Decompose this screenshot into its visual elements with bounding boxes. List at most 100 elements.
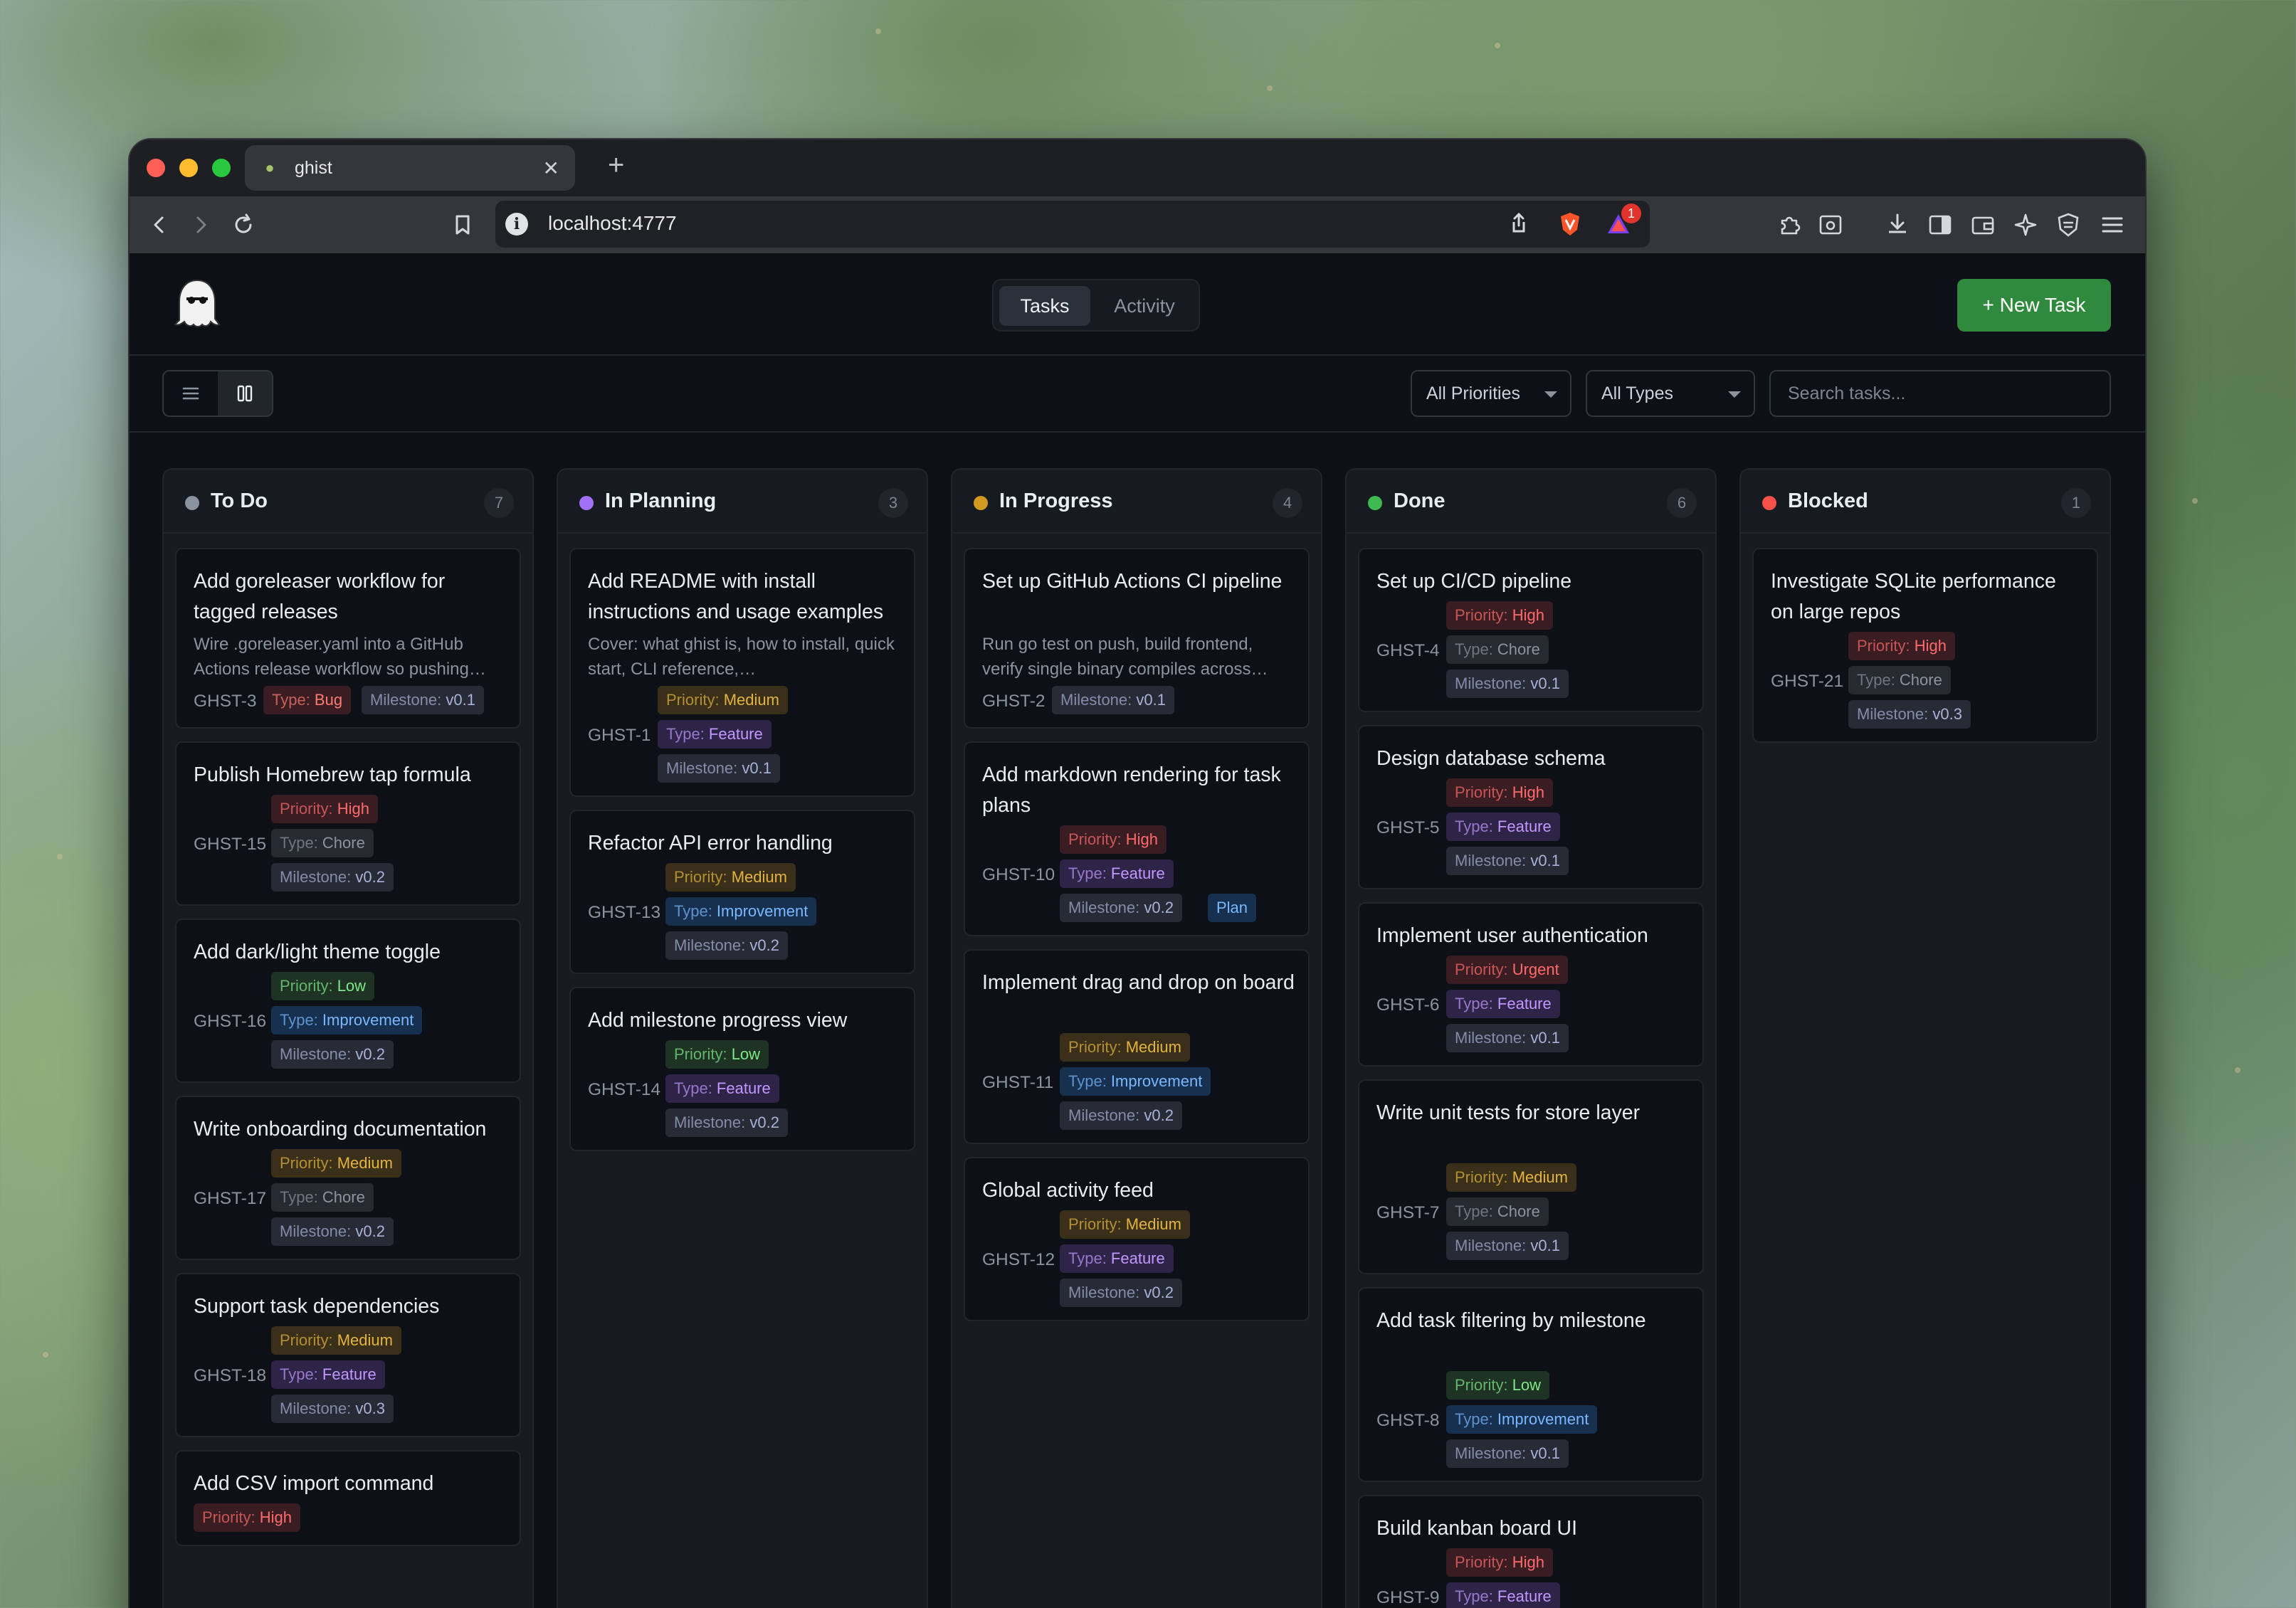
minimize-window-button[interactable] xyxy=(179,159,198,177)
board-view-icon[interactable] xyxy=(218,371,272,416)
type-tag[interactable]: Type: Feature xyxy=(1446,990,1560,1018)
task-card[interactable]: Add milestone progress view Priority: Low… xyxy=(569,987,915,1151)
tab-tasks[interactable]: Tasks xyxy=(999,286,1090,326)
bookmark-icon[interactable] xyxy=(448,211,477,239)
task-card[interactable]: Implement user authentication Priority: U… xyxy=(1358,902,1704,1067)
download-icon[interactable] xyxy=(1883,211,1912,239)
priority-tag[interactable]: Priority: Low xyxy=(665,1040,769,1069)
milestone-tag[interactable]: Milestone: v0.1 xyxy=(1446,1439,1569,1468)
priority-tag[interactable]: Priority: Low xyxy=(271,972,375,1000)
type-tag[interactable]: Type: Chore xyxy=(1446,1197,1549,1226)
type-tag[interactable]: Type: Chore xyxy=(271,829,374,857)
task-card[interactable]: Set up CI/CD pipeline Priority: High Type:… xyxy=(1358,548,1704,712)
task-card[interactable]: Add README with install instructions and… xyxy=(569,548,915,797)
list-view-icon[interactable] xyxy=(164,371,218,416)
ai-sparkle-icon[interactable] xyxy=(2011,211,2040,239)
type-tag[interactable]: Type: Feature xyxy=(1446,813,1560,841)
priority-tag[interactable]: Priority: Medium xyxy=(271,1149,401,1178)
brave-shields-icon[interactable] xyxy=(1556,210,1584,238)
task-card[interactable]: Write unit tests for store layer Priority… xyxy=(1358,1079,1704,1274)
forward-icon[interactable] xyxy=(186,211,215,239)
task-card[interactable]: Refactor API error handling Priority: Med… xyxy=(569,810,915,974)
menu-icon[interactable] xyxy=(2098,211,2127,239)
priority-tag[interactable]: Priority: Low xyxy=(1446,1371,1550,1400)
task-card[interactable]: Write onboarding documentation Priority: … xyxy=(175,1096,521,1260)
type-tag[interactable]: Type: Feature xyxy=(665,1074,779,1103)
url-text[interactable]: localhost:4777 xyxy=(548,212,677,235)
type-tag[interactable]: Type: Feature xyxy=(271,1360,385,1389)
priority-tag[interactable]: Priority: High xyxy=(1446,1548,1553,1577)
sidebar-icon[interactable] xyxy=(1926,211,1954,239)
type-tag[interactable]: Type: Chore xyxy=(1446,635,1549,664)
back-icon[interactable] xyxy=(145,211,174,239)
priority-tag[interactable]: Priority: High xyxy=(1446,778,1553,807)
task-card[interactable]: Add task filtering by milestone Priority:… xyxy=(1358,1287,1704,1482)
priority-tag[interactable]: Priority: High xyxy=(271,795,378,823)
task-card[interactable]: Add CSV import command Priority: High xyxy=(175,1450,521,1546)
task-card[interactable]: Investigate SQLite performance on large … xyxy=(1752,548,2098,743)
type-tag[interactable]: Type: Improvement xyxy=(1060,1067,1211,1096)
task-card[interactable]: Add dark/light theme toggle Priority: Low… xyxy=(175,919,521,1083)
milestone-tag[interactable]: Milestone: v0.1 xyxy=(658,754,780,783)
share-icon[interactable] xyxy=(1505,210,1533,238)
priority-tag[interactable]: Priority: High xyxy=(1060,825,1167,854)
type-tag[interactable]: Type: Feature xyxy=(1060,1244,1174,1273)
milestone-tag[interactable]: Milestone: v0.2 xyxy=(1060,1101,1182,1130)
milestone-tag[interactable]: Milestone: v0.2 xyxy=(1060,894,1182,922)
leo-icon[interactable] xyxy=(1816,211,1845,239)
milestone-tag[interactable]: Milestone: v0.3 xyxy=(1848,700,1971,729)
type-tag[interactable]: Type: Chore xyxy=(271,1183,374,1212)
type-tag[interactable]: Type: Chore xyxy=(1848,666,1951,694)
type-tag[interactable]: Type: Improvement xyxy=(665,897,817,926)
type-tag[interactable]: Type: Feature xyxy=(1060,859,1174,888)
tab-activity[interactable]: Activity xyxy=(1095,286,1194,326)
task-card[interactable]: Publish Homebrew tap formula Priority: Hi… xyxy=(175,741,521,906)
milestone-tag[interactable]: Milestone: v0.1 xyxy=(1446,1024,1569,1052)
task-card[interactable]: Add markdown rendering for task plans Pri… xyxy=(964,741,1310,936)
type-tag[interactable]: Type: Improvement xyxy=(271,1006,423,1035)
priority-tag[interactable]: Priority: Medium xyxy=(271,1326,401,1355)
milestone-tag[interactable]: Milestone: v0.2 xyxy=(271,863,394,892)
priority-tag[interactable]: Priority: Medium xyxy=(1060,1210,1190,1239)
task-card[interactable]: Global activity feed Priority: Medium Type… xyxy=(964,1157,1310,1321)
milestone-tag[interactable]: Milestone: v0.2 xyxy=(665,1109,788,1137)
extensions-icon[interactable] xyxy=(1775,211,1803,239)
priority-filter-select[interactable]: All Priorities xyxy=(1411,370,1571,417)
milestone-tag[interactable]: Milestone: v0.2 xyxy=(1060,1279,1182,1307)
milestone-tag[interactable]: Milestone: v0.1 xyxy=(1052,686,1174,714)
priority-tag[interactable]: Priority: Medium xyxy=(1446,1163,1576,1192)
address-bar[interactable]: i localhost:4777 1 xyxy=(495,201,1650,248)
new-tab-button[interactable]: + xyxy=(608,149,624,181)
type-tag[interactable]: Type: Improvement xyxy=(1446,1405,1598,1434)
milestone-tag[interactable]: Milestone: v0.1 xyxy=(1446,1232,1569,1260)
wallet-icon[interactable] xyxy=(1969,211,1997,239)
ghost-logo[interactable] xyxy=(172,277,222,332)
close-tab-icon[interactable]: ✕ xyxy=(543,157,559,180)
priority-tag[interactable]: Priority: Urgent xyxy=(1446,956,1568,984)
task-card[interactable]: Design database schema Priority: High Type… xyxy=(1358,725,1704,889)
plan-tag[interactable]: Plan xyxy=(1208,894,1257,922)
browser-tab-active[interactable]: ● ghist ✕ xyxy=(245,145,575,191)
priority-tag[interactable]: Priority: Medium xyxy=(658,686,788,714)
priority-tag[interactable]: Priority: Medium xyxy=(665,863,796,892)
vpn-shield-icon[interactable] xyxy=(2054,211,2082,239)
type-tag[interactable]: Type: Bug xyxy=(263,686,352,714)
priority-tag[interactable]: Priority: High xyxy=(1446,601,1553,630)
site-info-icon[interactable]: i xyxy=(505,213,528,236)
milestone-tag[interactable]: Milestone: v0.1 xyxy=(1446,847,1569,875)
task-card[interactable]: Implement drag and drop on board Priority… xyxy=(964,949,1310,1144)
type-filter-select[interactable]: All Types xyxy=(1586,370,1755,417)
milestone-tag[interactable]: Milestone: v0.3 xyxy=(271,1395,394,1423)
priority-tag[interactable]: Priority: Medium xyxy=(1060,1033,1190,1062)
task-card[interactable]: Build kanban board UI Priority: High Type:… xyxy=(1358,1495,1704,1608)
priority-tag[interactable]: Priority: High xyxy=(1848,632,1955,660)
milestone-tag[interactable]: Milestone: v0.2 xyxy=(271,1040,394,1069)
close-window-button[interactable] xyxy=(147,159,165,177)
task-card[interactable]: Add goreleaser workflow for tagged relea… xyxy=(175,548,521,729)
task-card[interactable]: Set up GitHub Actions CI pipeline Run go … xyxy=(964,548,1310,729)
milestone-tag[interactable]: Milestone: v0.2 xyxy=(271,1217,394,1246)
milestone-tag[interactable]: Milestone: v0.1 xyxy=(1446,670,1569,698)
search-input[interactable] xyxy=(1769,370,2111,417)
new-task-button[interactable]: + New Task xyxy=(1957,279,2111,332)
reload-icon[interactable] xyxy=(229,211,258,239)
